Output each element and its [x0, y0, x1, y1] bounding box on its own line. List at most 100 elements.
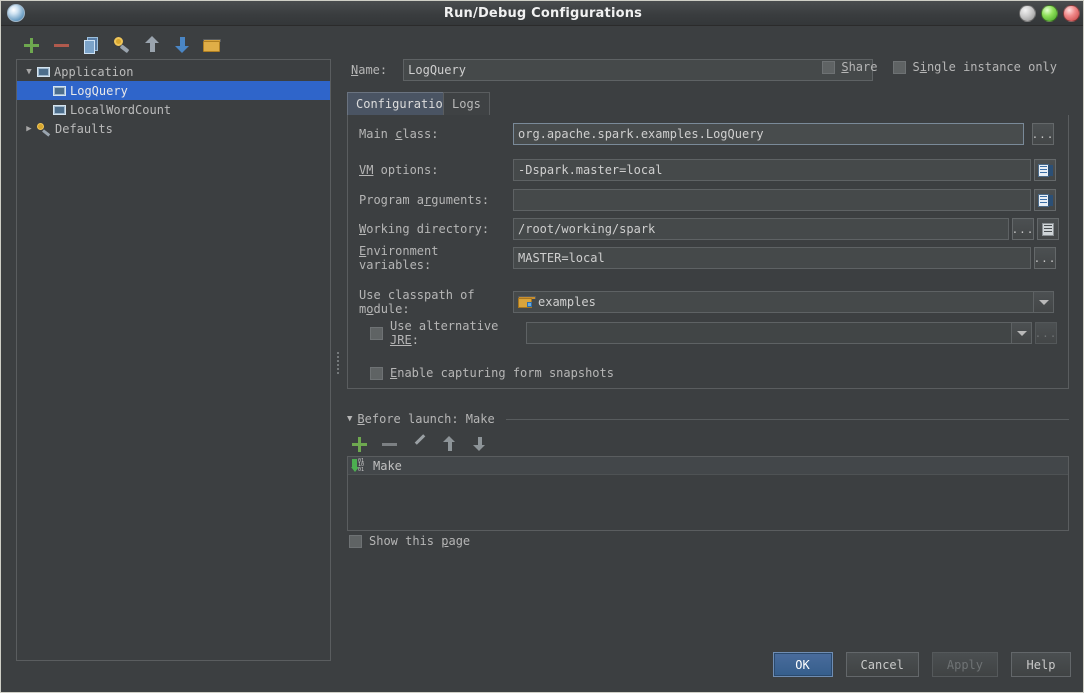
wrench-icon	[37, 122, 51, 137]
remove-configuration-button[interactable]	[52, 35, 72, 55]
module-icon	[53, 104, 66, 116]
tree-node-application[interactable]: ▼ Application	[17, 62, 330, 81]
tree-node-label: LocalWordCount	[70, 102, 172, 117]
form-snapshots-checkbox[interactable]	[370, 366, 383, 380]
make-compile-icon: 01 10 01	[350, 458, 368, 473]
tree-node-label: Defaults	[55, 121, 113, 136]
edit-defaults-button[interactable]	[112, 35, 132, 55]
remove-task-button[interactable]	[381, 435, 399, 453]
macro-list-icon	[1042, 222, 1054, 236]
share-checkbox-group[interactable]: Share	[822, 60, 877, 74]
maximize-button[interactable]	[1041, 5, 1058, 22]
before-launch-toolbar	[351, 432, 551, 456]
form-snapshots-row[interactable]: Enable capturing form snapshots	[348, 361, 1070, 385]
form-snapshots-label: Enable capturing form snapshots	[390, 366, 614, 380]
tree-node-defaults[interactable]: ▶ Defaults	[17, 119, 330, 138]
main-class-row: Main class: ...	[348, 122, 1070, 146]
help-button[interactable]: Help	[1011, 652, 1071, 677]
close-button[interactable]	[1063, 5, 1080, 22]
edit-task-button[interactable]	[411, 434, 429, 453]
top-options: Share Single instance only	[822, 60, 1057, 74]
environment-variables-input[interactable]	[513, 247, 1031, 269]
classpath-module-row: Use classpath of module: examples	[348, 288, 1070, 316]
working-directory-input[interactable]	[513, 218, 1009, 240]
single-instance-checkbox[interactable]	[893, 60, 907, 74]
tab-logs[interactable]: Logs	[443, 92, 490, 115]
program-arguments-label: Program arguments:	[359, 193, 490, 207]
environment-variables-row: Environment variables: ...	[348, 244, 1070, 272]
chevron-down-icon[interactable]	[1033, 292, 1053, 312]
alternative-jre-checkbox[interactable]	[370, 326, 383, 340]
window-title: Run/Debug Configurations	[443, 6, 643, 21]
vm-options-expand-button[interactable]	[1034, 159, 1056, 181]
program-arguments-row: Program arguments:	[348, 188, 1070, 212]
chevron-down-icon[interactable]: ▼	[347, 414, 352, 424]
create-folder-button[interactable]	[202, 35, 222, 55]
classpath-module-value: examples	[538, 295, 596, 309]
expand-editor-icon	[1037, 163, 1053, 177]
module-icon	[37, 66, 50, 78]
tree-node-localwordcount[interactable]: LocalWordCount	[17, 100, 330, 119]
name-row: Name:	[351, 59, 874, 81]
before-launch-task-list[interactable]: 01 10 01 Make	[347, 456, 1069, 531]
share-label: Share	[841, 60, 878, 74]
copy-configuration-button[interactable]	[82, 35, 102, 55]
editor-tabs: Configuration Logs	[347, 92, 1069, 116]
move-task-up-button[interactable]	[441, 435, 459, 453]
vm-options-label: VM options:	[359, 163, 439, 177]
expand-editor-icon	[1037, 193, 1053, 207]
working-directory-label: Working directory:	[359, 222, 490, 236]
task-row-make[interactable]: 01 10 01 Make	[348, 457, 1068, 475]
working-directory-browse-button[interactable]: ...	[1012, 218, 1034, 240]
move-down-button[interactable]	[172, 35, 192, 55]
name-input[interactable]	[403, 59, 874, 81]
cancel-button[interactable]: Cancel	[845, 652, 919, 677]
configuration-editor: Name: Share Single instance only Configu…	[341, 26, 1071, 666]
chevron-right-icon[interactable]: ▶	[21, 124, 37, 134]
move-up-button[interactable]	[142, 35, 162, 55]
dialog-button-bar: OK Cancel Apply Help	[772, 652, 1071, 677]
working-directory-macros-button[interactable]	[1037, 218, 1059, 240]
program-arguments-input[interactable]	[513, 189, 1031, 211]
before-launch-title: Before launch: Make	[357, 412, 495, 426]
classpath-module-dropdown[interactable]: examples	[513, 291, 1054, 313]
show-page-checkbox[interactable]	[349, 534, 362, 548]
add-configuration-button[interactable]	[22, 35, 42, 55]
chevron-down-icon[interactable]: ▼	[21, 67, 37, 77]
tree-node-label: Application	[54, 64, 134, 79]
panel-splitter[interactable]	[334, 351, 341, 375]
environment-variables-browse-button[interactable]: ...	[1034, 247, 1056, 269]
tree-node-logquery[interactable]: LogQuery	[17, 81, 330, 100]
ok-button[interactable]: OK	[772, 652, 833, 677]
main-class-label: Main class:	[359, 127, 439, 141]
header-divider	[505, 418, 1069, 420]
single-instance-checkbox-group[interactable]: Single instance only	[893, 60, 1057, 74]
tree-node-label: LogQuery	[70, 83, 128, 98]
program-arguments-expand-button[interactable]	[1034, 189, 1056, 211]
chevron-down-icon[interactable]	[1011, 323, 1031, 343]
move-task-down-button[interactable]	[471, 435, 489, 453]
dialog-body: ▼ Application LogQuery LocalWordCount ▶	[1, 26, 1083, 692]
minimize-button[interactable]	[1019, 5, 1036, 22]
window-controls	[1019, 5, 1080, 22]
show-page-row[interactable]: Show this page	[349, 534, 470, 548]
apply-button[interactable]: Apply	[931, 652, 998, 677]
name-label: Name:	[351, 63, 388, 77]
main-class-browse-button[interactable]: ...	[1032, 123, 1054, 145]
configurations-tree[interactable]: ▼ Application LogQuery LocalWordCount ▶	[16, 59, 331, 661]
alternative-jre-browse-button[interactable]: ...	[1035, 322, 1057, 344]
configurations-panel: ▼ Application LogQuery LocalWordCount ▶	[16, 31, 331, 661]
run-debug-configurations-dialog: Run/Debug Configurations ▼ Application L…	[0, 0, 1084, 693]
title-bar: Run/Debug Configurations	[1, 1, 1083, 26]
vm-options-row: VM options:	[348, 158, 1070, 182]
module-folder-icon	[518, 296, 536, 308]
vm-options-input[interactable]	[513, 159, 1031, 181]
alternative-jre-row: Use alternative JRE: ...	[348, 319, 1070, 347]
alternative-jre-dropdown[interactable]	[526, 322, 1032, 344]
add-task-button[interactable]	[351, 435, 369, 453]
task-label: Make	[373, 458, 402, 473]
working-directory-row: Working directory: ...	[348, 217, 1070, 241]
share-checkbox[interactable]	[822, 60, 836, 74]
main-class-input[interactable]	[513, 123, 1024, 145]
module-icon	[53, 85, 66, 97]
